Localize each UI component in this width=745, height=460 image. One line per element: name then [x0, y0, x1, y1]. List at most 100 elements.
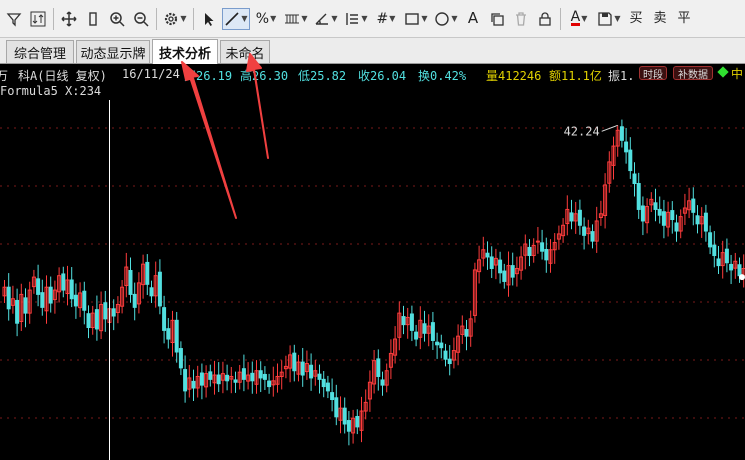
- candle-body: [510, 265, 515, 278]
- quote-date: 16/11/24: [122, 67, 180, 81]
- amplitude: 振1.: [608, 69, 635, 83]
- candle-body: [703, 212, 708, 232]
- candle-body: [569, 212, 574, 222]
- candle-body: [36, 278, 41, 295]
- candle-body: [23, 297, 28, 314]
- candle-body: [737, 264, 742, 277]
- max-label-line: [601, 124, 618, 132]
- candle-body: [330, 392, 335, 401]
- candle-body: [309, 364, 314, 379]
- candle-body: [166, 328, 171, 340]
- volume: 量412246: [486, 69, 542, 83]
- candle-body: [502, 270, 507, 282]
- candle-body: [178, 348, 183, 369]
- candle-body: [540, 242, 545, 252]
- candle-body: [422, 323, 427, 334]
- turnover-rate: 换0.42%: [418, 69, 467, 83]
- candle-body: [640, 205, 645, 222]
- candle-body: [82, 290, 87, 311]
- candle-body: [695, 215, 700, 225]
- candle-body: [619, 126, 624, 141]
- candle-body: [342, 407, 347, 425]
- candle-body: [258, 370, 263, 379]
- candle-body: [447, 358, 452, 365]
- candle-body: [145, 261, 150, 285]
- candle-body: [300, 361, 305, 376]
- candle-body: [485, 252, 490, 258]
- candle-body: [577, 209, 582, 226]
- candle-body: [40, 292, 45, 308]
- candle-body: [380, 379, 385, 386]
- stock-name: 科A(日线 复权): [18, 69, 107, 83]
- candle-body: [624, 141, 629, 153]
- candle-body: [716, 258, 721, 267]
- candle-body: [414, 331, 419, 340]
- quote-info-bar: 万 科A(日线 复权) 16/11/24 开26.19 高26.30 低25.8…: [0, 66, 745, 84]
- candle-body: [48, 286, 53, 304]
- candle-body: [590, 231, 595, 242]
- candle-body: [73, 294, 78, 307]
- candle-body: [712, 244, 717, 257]
- candle-body: [86, 313, 91, 329]
- candle-body: [636, 183, 641, 210]
- candle-body: [241, 368, 246, 380]
- candle-body: [15, 299, 20, 324]
- candle-body: [267, 380, 272, 388]
- candle-body: [498, 259, 503, 274]
- candle-body: [724, 248, 729, 264]
- candle-body: [199, 372, 204, 386]
- candle-body: [409, 313, 414, 331]
- candle-body: [355, 416, 360, 428]
- candle-body: [183, 369, 188, 392]
- candle-body: [653, 202, 658, 210]
- candle-body: [94, 309, 99, 330]
- candle-body: [111, 308, 116, 317]
- candle-body: [61, 273, 66, 291]
- candle-body: [443, 350, 448, 360]
- candle-body: [661, 211, 666, 226]
- candle-body: [69, 279, 74, 300]
- candle-body: [174, 319, 179, 353]
- candle-body: [376, 358, 381, 377]
- candle-body: [208, 371, 213, 380]
- candle-body: [334, 397, 339, 418]
- candle-body: [708, 232, 713, 248]
- fill-data-button[interactable]: 补数据: [673, 66, 713, 81]
- max-price-label: 42.24: [564, 124, 600, 138]
- fill-data-label: 补数据: [678, 69, 708, 81]
- low-price: 低25.82: [298, 69, 347, 83]
- amount: 额11.1亿: [549, 69, 602, 83]
- candle-body: [582, 226, 587, 236]
- time-period-button[interactable]: 时段: [639, 66, 667, 81]
- candle-body: [216, 374, 221, 385]
- candle-body: [489, 256, 494, 269]
- candle-body: [439, 342, 444, 349]
- high-price: 高26.30: [240, 69, 289, 83]
- candle-body: [225, 374, 230, 382]
- candle-body: [132, 293, 137, 308]
- candle-body: [632, 173, 637, 185]
- candle-body: [346, 420, 351, 432]
- candle-body: [674, 222, 679, 232]
- candle-body: [292, 352, 297, 372]
- formula-label: Formula5 X:234: [0, 84, 102, 98]
- candle-body: [149, 287, 154, 297]
- candle-body: [157, 271, 162, 307]
- candle-body: [670, 210, 675, 221]
- candle-body: [657, 208, 662, 216]
- info-lead: 万: [0, 69, 9, 83]
- time-period-label: 时段: [643, 69, 663, 81]
- candle-body: [435, 341, 440, 346]
- right-tag: 中: [731, 67, 744, 81]
- candle-body: [535, 240, 540, 243]
- candle-body: [628, 149, 633, 172]
- candle-body: [128, 269, 133, 295]
- close-price: 收26.04: [358, 69, 407, 83]
- candle-body: [262, 373, 267, 380]
- last-price-dot: [739, 274, 745, 281]
- candle-body: [691, 198, 696, 213]
- candle-body: [325, 382, 330, 392]
- candle-body: [162, 307, 167, 331]
- candle-body: [103, 302, 108, 320]
- candle-body: [233, 379, 238, 383]
